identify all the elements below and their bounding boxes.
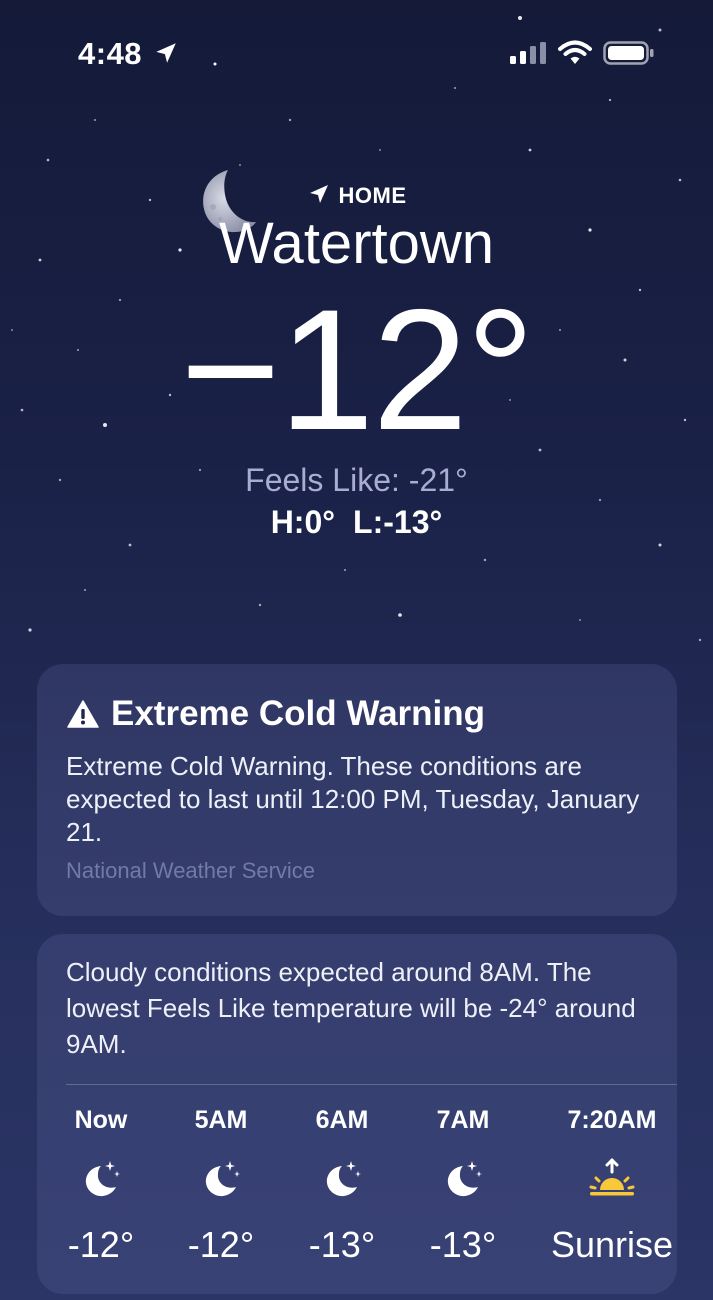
hour-temperature: -13°: [429, 1224, 497, 1265]
alert-source[interactable]: National Weather Service: [66, 858, 315, 884]
alert-body: Extreme Cold Warning. These conditions a…: [66, 751, 640, 847]
hour-item[interactable]: 5AM -12°: [161, 1106, 281, 1266]
home-label: HOME: [338, 183, 407, 208]
current-temperature: −12°: [180, 274, 535, 466]
city-name: Watertown: [218, 211, 495, 276]
feels-like-text: Feels Like: -21°: [245, 462, 468, 498]
hour-label: 5AM: [194, 1106, 248, 1134]
hour-item[interactable]: 6AM -13°: [282, 1106, 402, 1266]
moon-stars-icon: [205, 1161, 240, 1197]
wifi-icon: [558, 40, 592, 64]
home-location-label: HOME: [0, 182, 713, 209]
hour-item[interactable]: 7:20AM Sunrise: [542, 1106, 682, 1266]
hour-temperature: Sunrise: [550, 1224, 674, 1265]
status-bar: 4:48: [0, 0, 713, 100]
hour-item[interactable]: 7AM -13°: [403, 1106, 523, 1266]
high-low-text: H:0° L:-13°: [0, 504, 713, 541]
hour-temperature: -13°: [308, 1224, 376, 1265]
cellular-signal-icon: [510, 42, 546, 64]
hour-label: 7:20AM: [567, 1106, 657, 1134]
sunrise-icon: [589, 1158, 635, 1196]
status-time: 4:48: [78, 36, 143, 71]
location-arrow-icon: [309, 185, 328, 203]
hour-item[interactable]: Now -12°: [41, 1106, 161, 1266]
forecast-summary: Cloudy conditions expected around 8AM. T…: [66, 957, 636, 1059]
hourly-forecast-card[interactable]: Cloudy conditions expected around 8AM. T…: [37, 934, 677, 1294]
moon-stars-icon: [447, 1161, 482, 1197]
battery-icon: [603, 41, 654, 65]
hour-label: 6AM: [315, 1106, 369, 1134]
alert-title: Extreme Cold Warning: [111, 694, 486, 733]
moon-stars-icon: [326, 1161, 361, 1197]
divider: [66, 1084, 677, 1085]
hour-temperature: -12°: [187, 1224, 255, 1265]
weather-alert-card[interactable]: Extreme Cold Warning Extreme Cold Warnin…: [37, 664, 677, 916]
high-temperature: H:0°: [270, 504, 336, 540]
hour-label: Now: [74, 1106, 128, 1134]
alert-title-row: Extreme Cold Warning: [67, 694, 485, 734]
hour-label: 7AM: [436, 1106, 490, 1134]
warning-icon: [67, 700, 99, 728]
low-temperature: L:-13°: [353, 504, 443, 540]
moon-stars-icon: [85, 1161, 120, 1197]
location-arrow-icon: [156, 43, 176, 63]
hour-temperature: -12°: [67, 1224, 135, 1265]
